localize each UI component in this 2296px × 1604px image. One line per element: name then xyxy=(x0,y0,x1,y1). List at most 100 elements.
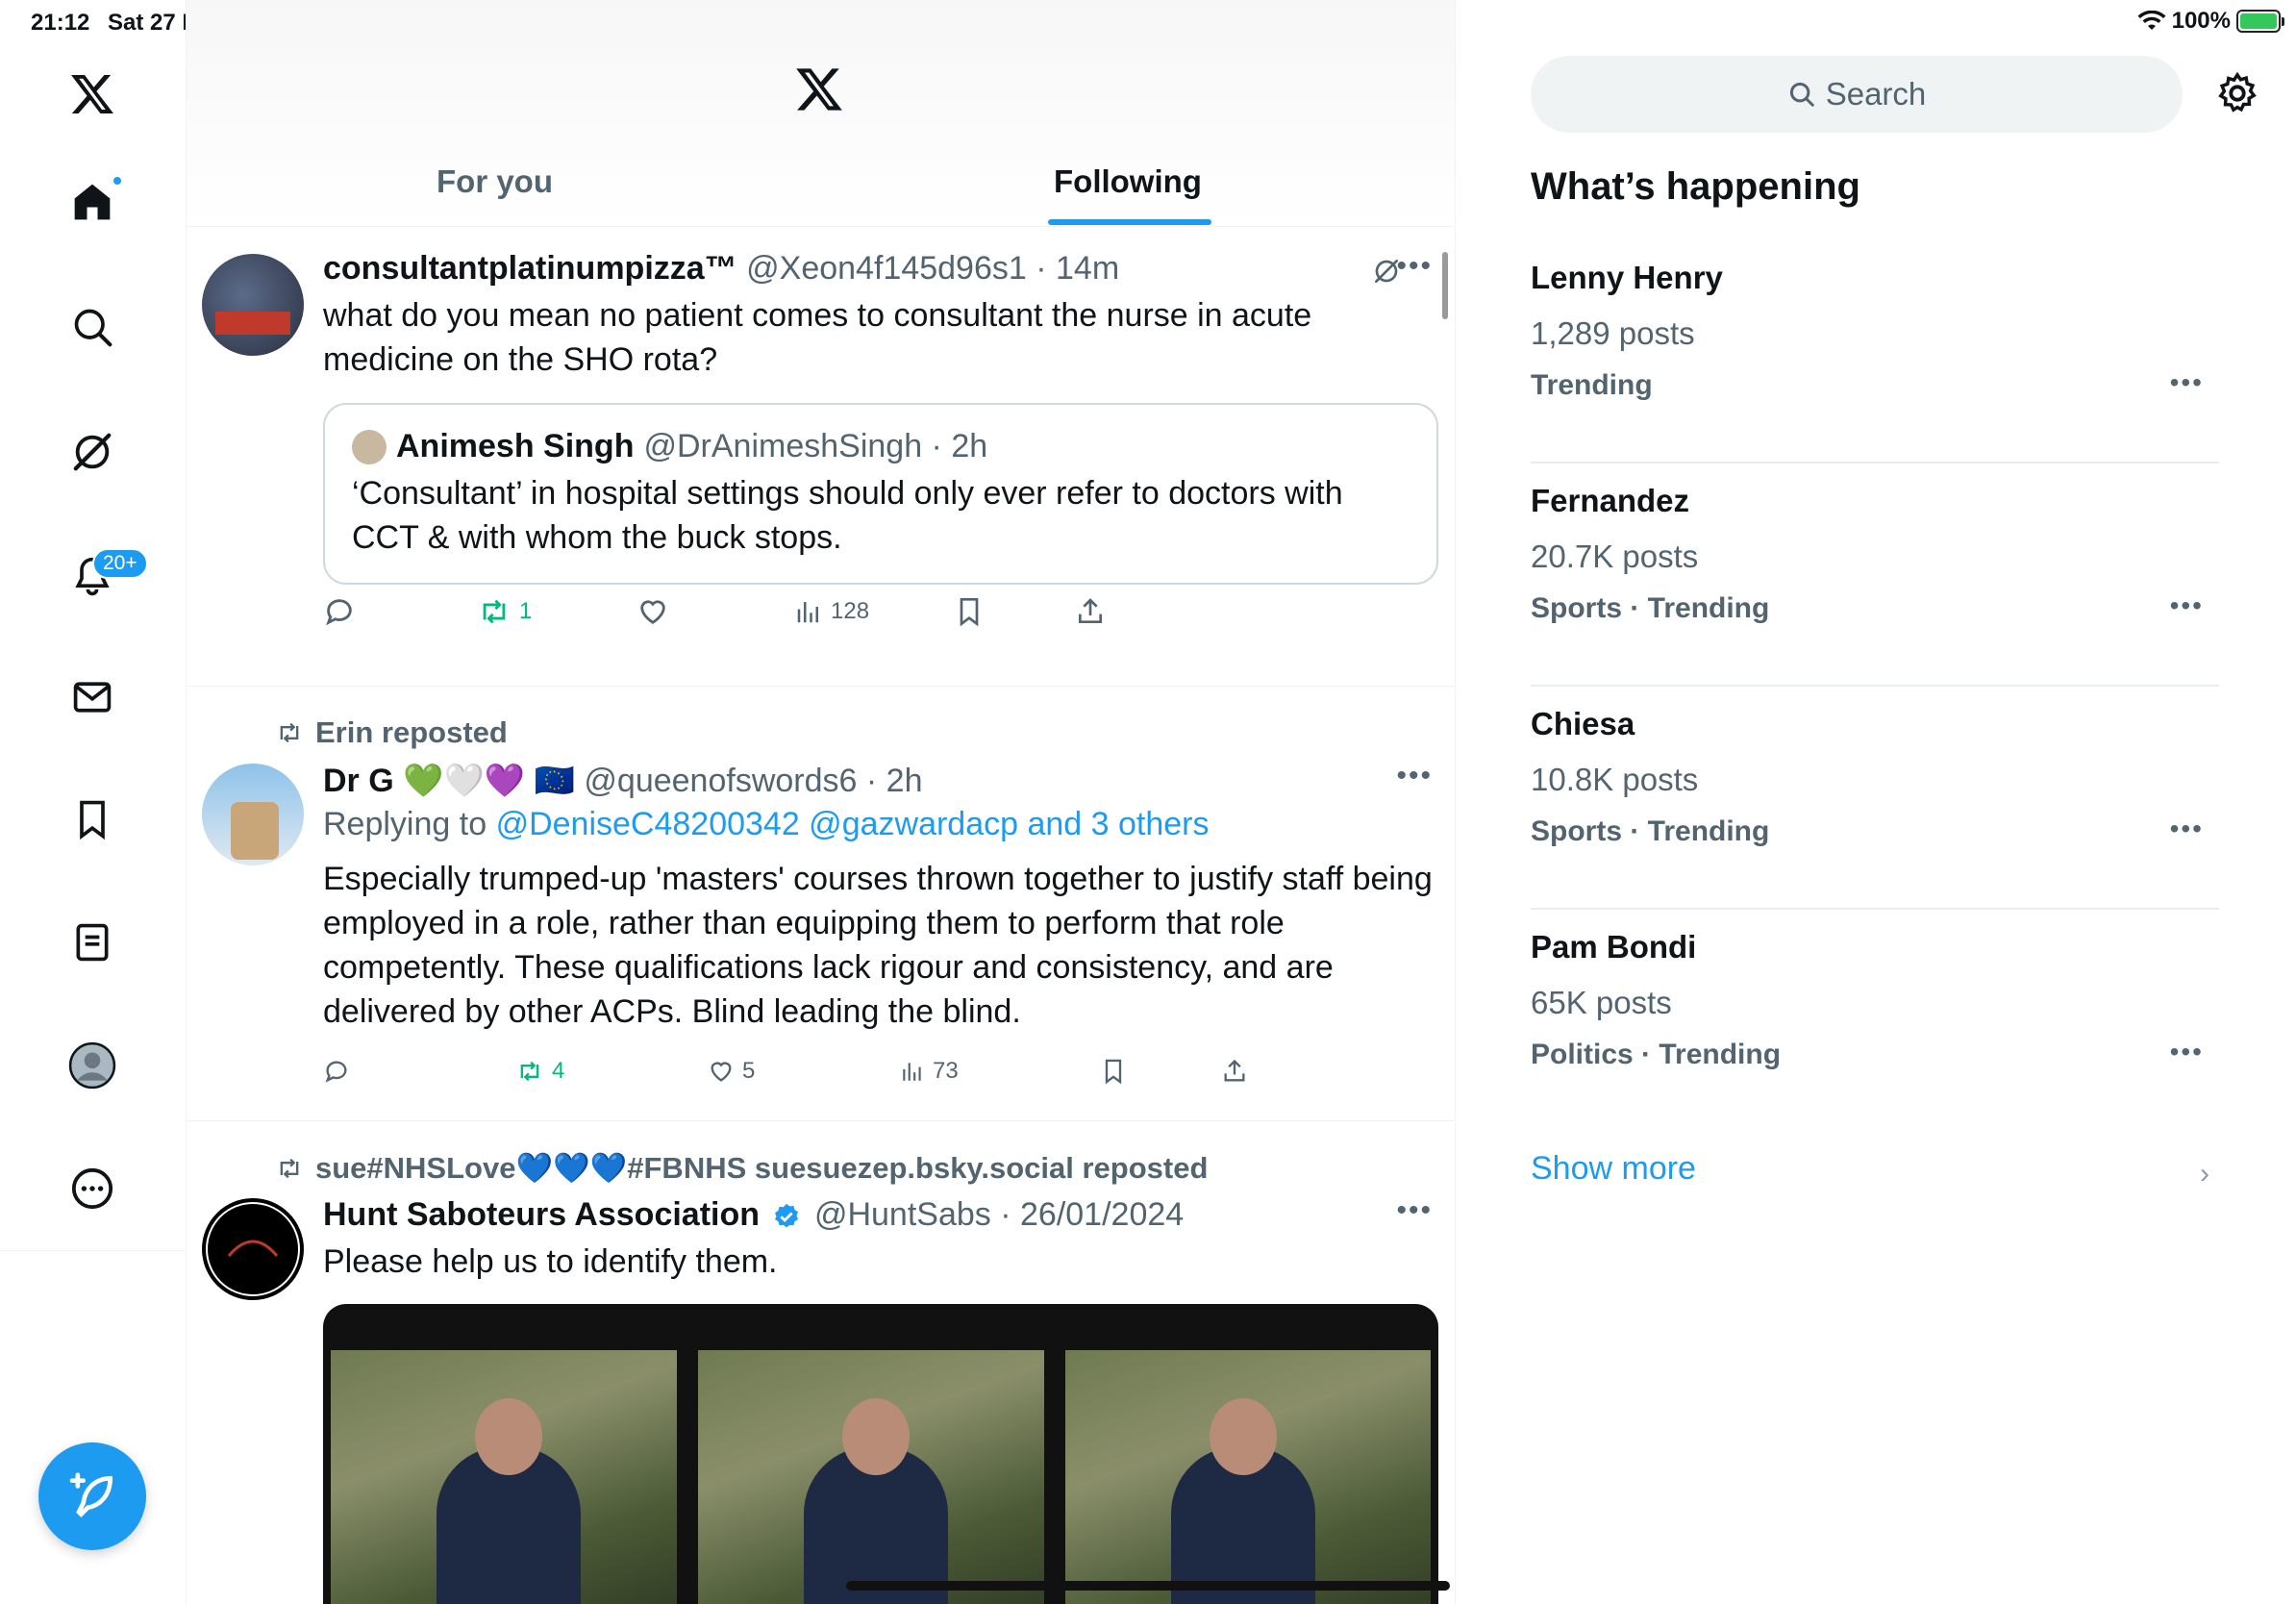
trend-more-icon[interactable]: ••• xyxy=(2170,814,2204,844)
quoted-handle: @DrAnimeshSingh xyxy=(643,428,923,464)
post-more-icon[interactable]: ••• xyxy=(1396,250,1433,283)
post-display-name[interactable]: consultantplatinumpizza™ xyxy=(323,250,737,287)
trend-more-icon[interactable]: ••• xyxy=(2170,367,2204,398)
trend-category: Politics · Trending xyxy=(1531,1039,1782,1070)
tab-for-you[interactable]: For you xyxy=(437,163,553,200)
media-frame xyxy=(1061,1346,1435,1604)
bookmarks-icon[interactable] xyxy=(54,781,131,858)
eu-flag-icon: 🇪🇺 xyxy=(534,763,575,799)
post-time[interactable]: 26/01/2024 xyxy=(1020,1196,1184,1233)
notifications-bell-icon[interactable]: 20+ xyxy=(54,539,148,615)
trend-item[interactable]: Fernandez 20.7K posts Sports · Trending … xyxy=(1531,464,2219,687)
post-handle[interactable]: @queenofswords6 xyxy=(584,763,857,799)
repost-count: 4 xyxy=(552,1058,565,1084)
share-button[interactable] xyxy=(1075,595,1106,628)
post-time[interactable]: 2h xyxy=(886,763,923,799)
post-header: Hunt Saboteurs Association @HuntSabs · 2… xyxy=(323,1196,1185,1233)
repost-context-text: Erin reposted xyxy=(315,715,508,749)
repost-icon xyxy=(483,599,506,624)
trend-item[interactable]: Chiesa 10.8K posts Sports · Trending ••• xyxy=(1531,687,2219,910)
repost-icon xyxy=(520,1061,539,1082)
post-text: Please help us to identify them. xyxy=(323,1243,778,1280)
views-chart-icon xyxy=(797,602,818,623)
reply-button[interactable] xyxy=(323,595,356,628)
home-icon[interactable] xyxy=(54,163,131,240)
trend-category: Sports · Trending xyxy=(1531,592,1770,624)
tab-following[interactable]: Following xyxy=(1054,163,1202,200)
reply-button[interactable] xyxy=(323,1058,350,1085)
grok-icon[interactable] xyxy=(54,414,131,490)
views-count: 73 xyxy=(933,1058,959,1084)
post[interactable]: Erin reposted Dr G 💚🤍💜 🇪🇺 @queenofswords… xyxy=(187,687,1455,1121)
post-content: Hunt Saboteurs Association @HuntSabs · 2… xyxy=(323,1196,1438,1284)
views-count: 128 xyxy=(831,598,870,624)
post-header: Dr G 💚🤍💜 🇪🇺 @queenofswords6 · 2h xyxy=(323,763,923,799)
like-button[interactable] xyxy=(636,595,669,628)
share-button[interactable] xyxy=(1221,1057,1248,1086)
heart-icon xyxy=(640,600,665,625)
post-header: consultantplatinumpizza™ @Xeon4f145d96s1… xyxy=(323,250,1120,287)
post-time[interactable]: 14m xyxy=(1056,250,1119,287)
repost-button[interactable]: 4 xyxy=(515,1058,564,1085)
settings-gear-icon[interactable] xyxy=(2215,71,2259,115)
trend-posts: 20.7K posts xyxy=(1531,539,1699,574)
trend-more-icon[interactable]: ••• xyxy=(2170,590,2204,621)
trend-posts: 1,289 posts xyxy=(1531,315,1695,351)
like-count: 5 xyxy=(742,1058,756,1084)
trend-item[interactable]: Pam Bondi 65K posts Politics · Trending … xyxy=(1531,910,2219,1133)
post-more-icon[interactable]: ••• xyxy=(1396,1194,1433,1227)
post-handle[interactable]: @Xeon4f145d96s1 xyxy=(746,250,1027,287)
post-handle[interactable]: @HuntSabs xyxy=(814,1196,991,1233)
views-button[interactable]: 128 xyxy=(794,597,869,626)
like-button[interactable]: 5 xyxy=(708,1058,755,1085)
post-avatar[interactable] xyxy=(202,764,304,865)
post-display-name[interactable]: Hunt Saboteurs Association xyxy=(323,1196,760,1233)
trend-posts: 10.8K posts xyxy=(1531,762,1699,797)
post-avatar[interactable] xyxy=(202,1198,304,1300)
verified-badge-icon[interactable] xyxy=(772,1202,801,1231)
profile-avatar-icon[interactable] xyxy=(54,1027,131,1104)
post-media-image[interactable] xyxy=(323,1304,1438,1604)
trend-category: Sports · Trending xyxy=(1531,815,1770,847)
post-more-icon[interactable]: ••• xyxy=(1396,760,1433,792)
bookmark-button[interactable] xyxy=(954,595,985,628)
chevron-right-icon[interactable]: › xyxy=(2200,1158,2209,1190)
replying-to-label: Replying to xyxy=(323,806,487,842)
messages-envelope-icon[interactable] xyxy=(54,659,131,736)
replying-to-users-link[interactable]: @DeniseC48200342 @gazwardacp and 3 other… xyxy=(496,806,1210,842)
reply-icon xyxy=(326,599,352,626)
views-chart-icon xyxy=(903,1063,921,1081)
timeline-header: For you Following xyxy=(187,0,1455,227)
media-frame xyxy=(327,1346,681,1604)
trend-name: Fernandez xyxy=(1531,483,1690,518)
home-indicator[interactable] xyxy=(846,1581,1450,1591)
trend-more-icon[interactable]: ••• xyxy=(2170,1037,2204,1067)
trend-category: Trending xyxy=(1531,369,1653,401)
quoted-text: ‘Consultant’ in hospital settings should… xyxy=(352,475,1343,556)
x-logo-icon[interactable] xyxy=(54,56,131,133)
trend-item[interactable]: Lenny Henry 1,289 posts Trending ••• xyxy=(1531,240,2219,464)
repost-context[interactable]: Erin reposted xyxy=(275,715,508,750)
post-avatar[interactable] xyxy=(202,254,304,356)
bookmark-icon xyxy=(1105,1059,1122,1085)
trend-name: Lenny Henry xyxy=(1531,260,1723,295)
quoted-post[interactable]: Animesh Singh @DrAnimeshSingh · 2h ‘Cons… xyxy=(323,403,1438,585)
repost-context[interactable]: sue#NHSLove💙💙💙#FBNHS suesuezep.bsky.soci… xyxy=(275,1150,1208,1186)
compose-post-button[interactable] xyxy=(38,1442,146,1550)
post-display-name[interactable]: Dr G xyxy=(323,763,394,799)
name-emoji: 💚🤍💜 xyxy=(403,763,526,799)
x-header-logo-icon[interactable] xyxy=(794,65,844,113)
search-icon[interactable] xyxy=(54,288,131,365)
lists-icon[interactable] xyxy=(54,904,131,981)
bookmark-button[interactable] xyxy=(1100,1057,1127,1086)
share-icon xyxy=(1079,598,1102,623)
replying-to: Replying to @DeniseC48200342 @gazwardacp… xyxy=(323,806,1438,843)
post[interactable]: consultantplatinumpizza™ @Xeon4f145d96s1… xyxy=(187,227,1455,687)
repost-button[interactable]: 1 xyxy=(477,595,532,628)
search-bar[interactable]: Search xyxy=(1531,56,2183,133)
show-more-link[interactable]: Show more xyxy=(1531,1150,1696,1188)
more-options-icon[interactable] xyxy=(54,1150,131,1227)
compose-feather-icon xyxy=(69,1472,113,1517)
post-content: consultantplatinumpizza™ @Xeon4f145d96s1… xyxy=(323,250,1438,585)
views-button[interactable]: 73 xyxy=(900,1058,959,1085)
